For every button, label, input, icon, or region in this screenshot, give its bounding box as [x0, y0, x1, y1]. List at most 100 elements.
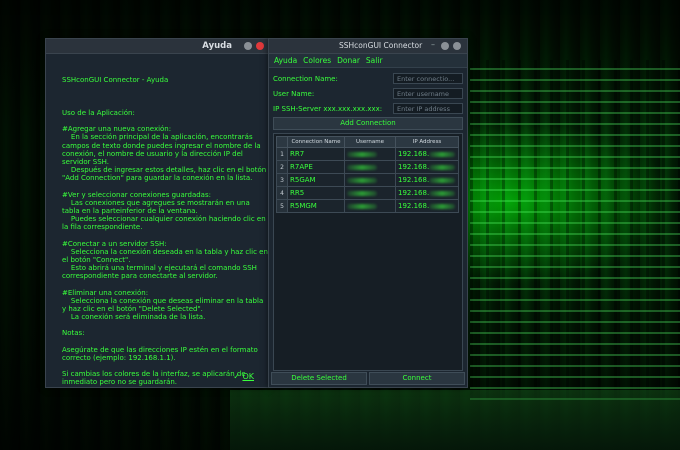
help-line: Selecciona la conexión que deseas elimin… [62, 296, 266, 314]
corner-header [276, 136, 288, 148]
help-line [62, 362, 268, 370]
table-row[interactable]: 3 R5GAM 192.168. [276, 173, 459, 187]
cell-connection-name[interactable]: RR7 [287, 147, 345, 161]
help-line: #Conectar a un servidor SSH: [62, 239, 167, 248]
cell-username[interactable] [344, 160, 396, 174]
delete-selected-button[interactable]: Delete Selected [271, 372, 367, 385]
help-line: Notas: [62, 329, 85, 338]
menu-dash-icon[interactable]: – [429, 41, 437, 50]
menu-ayuda[interactable]: Ayuda [271, 54, 300, 67]
redacted-username [347, 164, 377, 170]
menu-salir[interactable]: Salir [363, 54, 386, 67]
help-line [62, 321, 268, 329]
cell-ip-address[interactable]: 192.168. [395, 147, 459, 161]
connections-table-area: Connection Name Username IP Address 1 RR7… [273, 133, 463, 371]
add-connection-button[interactable]: Add Connection [273, 117, 463, 130]
help-titlebar[interactable]: Ayuda [46, 39, 268, 54]
header-username[interactable]: Username [344, 136, 396, 148]
row-index: 1 [276, 147, 288, 161]
main-titlebar[interactable]: SSHconGUI Connector – [269, 39, 467, 54]
cell-ip-address[interactable]: 192.168. [395, 160, 459, 174]
help-line: Asegúrate de que las direcciones IP esté… [62, 345, 261, 362]
row-index: 2 [276, 160, 288, 174]
ip-prefix: 192.168. [398, 176, 430, 184]
ip-address-label: IP SSH-Server xxx.xxx.xxx.xxx: [273, 104, 383, 113]
row-index: 4 [276, 186, 288, 200]
help-window-title: Ayuda [202, 41, 232, 51]
row-index: 5 [276, 199, 288, 213]
minimize-icon[interactable] [244, 42, 252, 50]
help-line [62, 183, 268, 191]
help-line: #Agregar una nueva conexión: [62, 125, 172, 134]
help-line: #Ver y seleccionar conexiones guardadas: [62, 190, 211, 199]
help-content: SSHconGUI Connector - Ayuda Uso de la Ap… [46, 54, 268, 403]
connection-name-label: Connection Name: [273, 74, 338, 83]
cell-username[interactable] [344, 199, 396, 213]
help-line: Uso de la Aplicación: [62, 109, 135, 118]
connect-button[interactable]: Connect [369, 372, 465, 385]
redacted-ip [429, 203, 456, 209]
action-buttons: Delete Selected Connect [271, 372, 465, 385]
minimize-icon[interactable] [441, 42, 449, 50]
help-line: Esto abrirá una terminal y ejecutará el … [62, 264, 260, 281]
cell-connection-name[interactable]: RR5 [287, 186, 345, 200]
user-name-label: User Name: [273, 89, 315, 98]
help-line: La conexión será eliminada de la lista. [62, 313, 206, 322]
redacted-username [347, 203, 377, 209]
cell-connection-name[interactable]: R5GAM [287, 173, 345, 187]
redacted-username [347, 177, 377, 183]
cell-connection-name[interactable]: R7APE [287, 160, 345, 174]
wallpaper-floor [230, 390, 680, 450]
ip-address-input[interactable]: Enter IP address [393, 103, 463, 114]
cell-ip-address[interactable]: 192.168. [395, 199, 459, 213]
header-ip-address[interactable]: IP Address [395, 136, 459, 148]
main-window-title: SSHconGUI Connector [339, 41, 423, 50]
ip-prefix: 192.168. [398, 202, 430, 210]
table-row[interactable]: 4 RR5 192.168. [276, 186, 459, 200]
cell-connection-name[interactable]: R5MGM [287, 199, 345, 213]
table-row[interactable]: 1 RR7 192.168. [276, 147, 459, 161]
main-window: SSHconGUI Connector – Ayuda Colores Dona… [268, 38, 468, 388]
help-line: En la sección principal de la aplicación… [62, 133, 263, 167]
help-line: Después de ingresar estos detalles, haz … [62, 166, 267, 183]
ip-prefix: 192.168. [398, 163, 430, 171]
maximize-icon[interactable] [453, 42, 461, 50]
redacted-username [347, 190, 377, 196]
redacted-ip [429, 164, 456, 170]
ip-prefix: 192.168. [398, 189, 430, 197]
help-text: Uso de la Aplicación: #Agregar una nueva … [62, 109, 268, 386]
redacted-ip [429, 177, 456, 183]
redacted-username [347, 151, 377, 157]
help-line [62, 281, 268, 289]
help-window: Ayuda SSHconGUI Connector - Ayuda Uso de… [45, 38, 269, 388]
help-line [62, 117, 268, 125]
connections-table: Connection Name Username IP Address 1 RR7… [276, 136, 459, 213]
help-line: Las conexiones que agregues se mostrarán… [62, 198, 252, 216]
close-icon[interactable] [256, 42, 264, 50]
server-rack-lights [470, 60, 680, 400]
table-row[interactable]: 5 R5MGM 192.168. [276, 199, 459, 213]
help-line: #Eliminar una conexión: [62, 288, 149, 297]
menu-donar[interactable]: Donar [334, 54, 363, 67]
menu-colores[interactable]: Colores [300, 54, 334, 67]
ip-prefix: 192.168. [398, 150, 430, 158]
user-name-input[interactable]: Enter username [393, 88, 463, 99]
table-row[interactable]: 2 R7APE 192.168. [276, 160, 459, 174]
header-connection-name[interactable]: Connection Name [287, 136, 345, 148]
help-heading: SSHconGUI Connector - Ayuda [62, 76, 169, 85]
cell-username[interactable] [344, 173, 396, 187]
redacted-ip [429, 190, 456, 196]
connection-form: Connection Name: Enter connectio... User… [269, 68, 467, 115]
ok-button[interactable]: ✓ OK [233, 372, 254, 381]
help-line: Puedes seleccionar cualquier conexión ha… [62, 215, 268, 232]
help-line [62, 232, 268, 240]
cell-ip-address[interactable]: 192.168. [395, 186, 459, 200]
help-line [62, 338, 268, 346]
menu-bar: Ayuda Colores Donar Salir [269, 54, 467, 68]
connection-name-input[interactable]: Enter connectio... [393, 73, 463, 84]
help-line: Selecciona la conexión deseada en la tab… [62, 247, 268, 265]
row-index: 3 [276, 173, 288, 187]
cell-ip-address[interactable]: 192.168. [395, 173, 459, 187]
cell-username[interactable] [344, 186, 396, 200]
cell-username[interactable] [344, 147, 396, 161]
